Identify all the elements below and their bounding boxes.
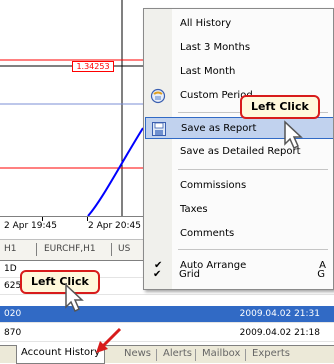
menu-item-label: Grid [179, 269, 200, 280]
menu-separator [178, 169, 328, 170]
left-click-callout-top: Left Click [240, 95, 320, 119]
calendar-icon [150, 88, 166, 104]
symbol-tab-eurchf[interactable]: EURCHF,H1 [44, 244, 96, 254]
menu-item-taxes[interactable]: Taxes [145, 199, 333, 221]
menu-item-grid-row[interactable]: ✔ Grid G [144, 264, 333, 286]
menu-item-all-history[interactable]: All History [145, 13, 333, 35]
left-click-callout-bottom: Left Click [20, 270, 100, 294]
price-label: 1.34253 [72, 61, 114, 72]
mouse-cursor-icon [284, 120, 303, 150]
tab-divider [245, 349, 246, 361]
terminal-tabs: Account History News Alerts Mailbox Expe… [0, 345, 334, 364]
table-cell: 1D [4, 264, 17, 274]
menu-item-label: Last 3 Months [180, 42, 251, 53]
table-cell-time: 2009.04.02 21:18 [239, 328, 320, 338]
menu-separator [178, 249, 328, 250]
menu-item-label: All History [180, 18, 232, 29]
menu-item-shortcut: G [317, 269, 325, 280]
red-arrow-icon [96, 327, 122, 353]
history-context-menu: All History Last 3 Months Last Month Cus… [143, 8, 334, 290]
menu-item-last-3-months[interactable]: Last 3 Months [145, 37, 333, 59]
symbol-tab[interactable]: US [118, 244, 130, 254]
menu-item-commissions[interactable]: Commissions [145, 175, 333, 197]
table-cell-time: 2009.04.02 21:31 [239, 309, 320, 319]
table-cell: 625 [4, 281, 22, 291]
menu-item-label: Last Month [180, 66, 236, 77]
menu-item-last-month[interactable]: Last Month [145, 61, 333, 83]
table-row[interactable]: 870 2009.04.02 21:18 [0, 325, 334, 342]
tab-alerts[interactable]: Alerts [163, 348, 192, 359]
tab-experts[interactable]: Experts [252, 348, 290, 359]
menu-item-comments[interactable]: Comments [145, 223, 333, 245]
menu-item-save-as-report[interactable]: Save as Report [145, 117, 333, 139]
menu-item-label: Save as Report [181, 123, 257, 134]
tab-divider [111, 243, 112, 256]
menu-item-label: Commissions [180, 180, 247, 191]
menu-item-save-detailed-report[interactable]: Save as Detailed Report [145, 141, 333, 163]
tab-divider [156, 349, 157, 361]
table-cell: 020 [4, 309, 22, 319]
mouse-cursor-icon [65, 283, 84, 313]
tab-mailbox[interactable]: Mailbox [202, 348, 240, 359]
time-label: 2 Apr 19:45 [4, 221, 57, 231]
tab-account-history[interactable]: Account History [16, 345, 106, 364]
menu-item-label: Comments [180, 228, 235, 239]
table-row-selected[interactable]: 020 2009.04.02 21:31 [0, 306, 334, 323]
time-label: 2 Apr 20:45 [88, 221, 141, 231]
save-report-icon [152, 122, 166, 136]
price-line [87, 127, 144, 216]
symbol-tab[interactable]: H1 [4, 244, 17, 254]
tab-news[interactable]: News [124, 348, 151, 359]
menu-item-label: Taxes [180, 204, 208, 215]
table-cell: 870 [4, 328, 22, 338]
tab-divider [36, 243, 37, 256]
check-icon: ✔ [153, 269, 162, 280]
tab-divider [195, 349, 196, 361]
